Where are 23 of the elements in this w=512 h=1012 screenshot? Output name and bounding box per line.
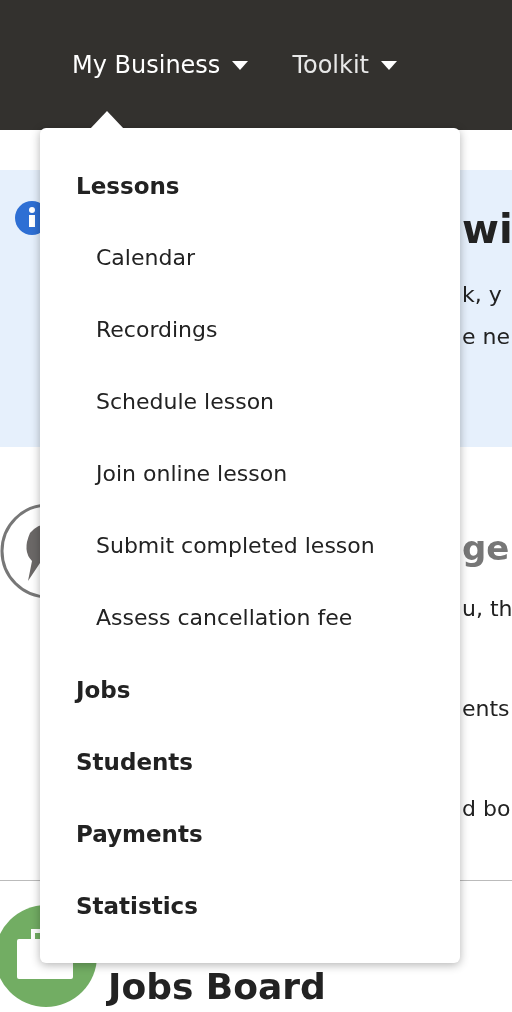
menu-item[interactable]: Join online lesson (96, 454, 288, 526)
menu-heading[interactable]: Statistics (76, 886, 198, 958)
banner-heading: wi (462, 205, 512, 254)
caret-icon (380, 60, 397, 70)
menu-item[interactable]: Submit completed lesson (96, 526, 375, 598)
menu-heading[interactable]: Students (76, 742, 194, 814)
section-heading: ge (462, 527, 511, 570)
menu-item[interactable]: Schedule lesson (96, 382, 275, 454)
menu-item[interactable]: Calendar (96, 238, 195, 310)
nav-menu-button[interactable]: Toolkit (292, 47, 397, 83)
banner-text: e ne (462, 323, 511, 351)
section-text: d bo (462, 795, 512, 823)
menu-item[interactable]: Assess cancellation fee (96, 598, 353, 670)
section-text: ents (462, 695, 511, 723)
menu-heading[interactable]: Lessons (76, 166, 180, 238)
section-text: u, th (462, 595, 512, 623)
menu-item[interactable]: Recordings (96, 310, 218, 382)
nav-menu-button[interactable]: My Business (72, 47, 249, 83)
section-title: Jobs Board (108, 965, 326, 1009)
banner-text: k, y (462, 281, 503, 309)
menu-heading[interactable]: Jobs (76, 670, 131, 742)
caret-icon (232, 60, 249, 70)
menu-heading[interactable]: Payments (76, 814, 203, 886)
